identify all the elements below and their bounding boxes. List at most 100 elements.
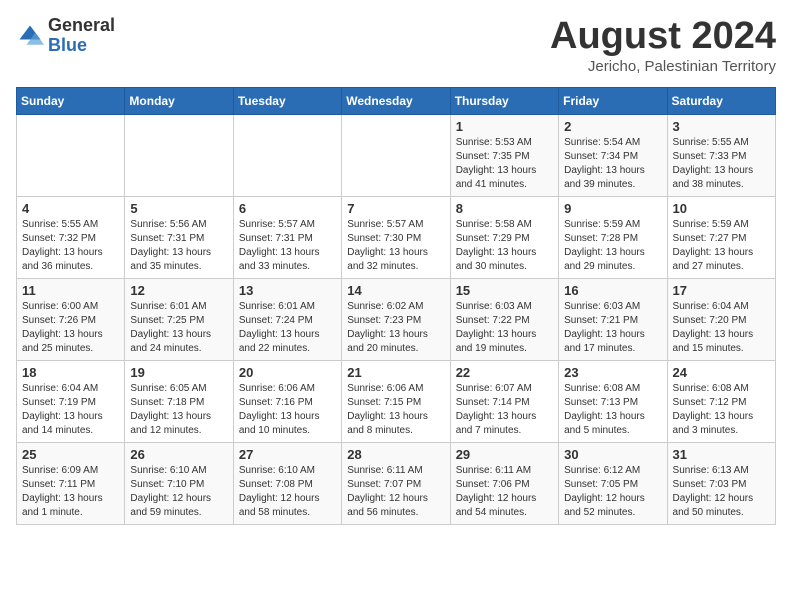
calendar-cell [342, 114, 450, 196]
logo-general-label: General [48, 16, 115, 36]
day-number: 14 [347, 283, 444, 298]
header-sunday: Sunday [17, 87, 125, 114]
day-number: 8 [456, 201, 553, 216]
day-info: Sunrise: 5:57 AMSunset: 7:31 PMDaylight:… [239, 218, 336, 274]
header-wednesday: Wednesday [342, 87, 450, 114]
day-number: 9 [564, 201, 661, 216]
day-number: 30 [564, 447, 661, 462]
day-number: 13 [239, 283, 336, 298]
day-number: 4 [22, 201, 119, 216]
day-number: 22 [456, 365, 553, 380]
day-number: 25 [22, 447, 119, 462]
day-info: Sunrise: 6:11 AMSunset: 7:06 PMDaylight:… [456, 464, 553, 520]
day-number: 17 [673, 283, 770, 298]
day-number: 24 [673, 365, 770, 380]
calendar-cell: 16 Sunrise: 6:03 AMSunset: 7:21 PMDayligh… [559, 278, 667, 360]
day-number: 3 [673, 119, 770, 134]
title-block: August 2024 Jericho, Palestinian Territo… [550, 16, 776, 75]
day-number: 16 [564, 283, 661, 298]
day-number: 18 [22, 365, 119, 380]
day-number: 5 [130, 201, 227, 216]
calendar-cell: 12 Sunrise: 6:01 AMSunset: 7:25 PMDayligh… [125, 278, 233, 360]
day-info: Sunrise: 6:03 AMSunset: 7:21 PMDaylight:… [564, 300, 661, 356]
day-number: 23 [564, 365, 661, 380]
day-number: 29 [456, 447, 553, 462]
day-number: 20 [239, 365, 336, 380]
calendar-cell: 11Sunrise: 6:00 AMSunset: 7:26 PMDayligh… [17, 278, 125, 360]
calendar-cell: 27 Sunrise: 6:10 AMSunset: 7:08 PMDayligh… [233, 442, 341, 524]
day-info: Sunrise: 5:56 AMSunset: 7:31 PMDaylight:… [130, 218, 227, 274]
day-info: Sunrise: 5:53 AMSunset: 7:35 PMDaylight:… [456, 136, 553, 192]
calendar-cell: 1Sunrise: 5:53 AMSunset: 7:35 PMDaylight… [450, 114, 558, 196]
calendar-cell: 23 Sunrise: 6:08 AMSunset: 7:13 PMDayligh… [559, 360, 667, 442]
page-header: General Blue August 2024 Jericho, Palest… [16, 16, 776, 75]
day-info: Sunrise: 6:12 AMSunset: 7:05 PMDaylight:… [564, 464, 661, 520]
day-info: Sunrise: 5:59 AMSunset: 7:27 PMDaylight:… [673, 218, 770, 274]
calendar-cell: 15 Sunrise: 6:03 AMSunset: 7:22 PMDayligh… [450, 278, 558, 360]
calendar-cell: 4 Sunrise: 5:55 AMSunset: 7:32 PMDaylight… [17, 196, 125, 278]
day-info: Sunrise: 6:10 AMSunset: 7:08 PMDaylight:… [239, 464, 336, 520]
calendar-cell: 31Sunrise: 6:13 AMSunset: 7:03 PMDayligh… [667, 442, 775, 524]
calendar-cell: 7 Sunrise: 5:57 AMSunset: 7:30 PMDaylight… [342, 196, 450, 278]
calendar-cell: 20 Sunrise: 6:06 AMSunset: 7:16 PMDayligh… [233, 360, 341, 442]
day-info: Sunrise: 6:11 AMSunset: 7:07 PMDaylight:… [347, 464, 444, 520]
day-info: Sunrise: 6:09 AMSunset: 7:11 PMDaylight:… [22, 464, 119, 520]
calendar-cell: 21Sunrise: 6:06 AMSunset: 7:15 PMDayligh… [342, 360, 450, 442]
header-tuesday: Tuesday [233, 87, 341, 114]
day-info: Sunrise: 5:55 AMSunset: 7:32 PMDaylight:… [22, 218, 119, 274]
day-number: 2 [564, 119, 661, 134]
day-info: Sunrise: 6:04 AMSunset: 7:20 PMDaylight:… [673, 300, 770, 356]
day-number: 19 [130, 365, 227, 380]
calendar-cell: 6 Sunrise: 5:57 AMSunset: 7:31 PMDaylight… [233, 196, 341, 278]
day-info: Sunrise: 5:57 AMSunset: 7:30 PMDaylight:… [347, 218, 444, 274]
calendar-cell: 3 Sunrise: 5:55 AMSunset: 7:33 PMDaylight… [667, 114, 775, 196]
calendar-cell: 19Sunrise: 6:05 AMSunset: 7:18 PMDayligh… [125, 360, 233, 442]
logo-icon [16, 22, 44, 50]
day-info: Sunrise: 6:13 AMSunset: 7:03 PMDaylight:… [673, 464, 770, 520]
day-info: Sunrise: 5:59 AMSunset: 7:28 PMDaylight:… [564, 218, 661, 274]
calendar-cell: 29 Sunrise: 6:11 AMSunset: 7:06 PMDayligh… [450, 442, 558, 524]
header-friday: Friday [559, 87, 667, 114]
calendar-cell: 28 Sunrise: 6:11 AMSunset: 7:07 PMDayligh… [342, 442, 450, 524]
logo: General Blue [16, 16, 115, 56]
calendar-cell: 5 Sunrise: 5:56 AMSunset: 7:31 PMDaylight… [125, 196, 233, 278]
calendar-cell [233, 114, 341, 196]
day-number: 28 [347, 447, 444, 462]
day-number: 10 [673, 201, 770, 216]
calendar-cell: 2Sunrise: 5:54 AMSunset: 7:34 PMDaylight… [559, 114, 667, 196]
day-info: Sunrise: 6:08 AMSunset: 7:12 PMDaylight:… [673, 382, 770, 438]
day-info: Sunrise: 6:01 AMSunset: 7:25 PMDaylight:… [130, 300, 227, 356]
calendar-cell: 22 Sunrise: 6:07 AMSunset: 7:14 PMDayligh… [450, 360, 558, 442]
day-info: Sunrise: 6:04 AMSunset: 7:19 PMDaylight:… [22, 382, 119, 438]
calendar-cell: 24 Sunrise: 6:08 AMSunset: 7:12 PMDayligh… [667, 360, 775, 442]
calendar-cell: 17 Sunrise: 6:04 AMSunset: 7:20 PMDayligh… [667, 278, 775, 360]
calendar-cell [125, 114, 233, 196]
day-info: Sunrise: 6:02 AMSunset: 7:23 PMDaylight:… [347, 300, 444, 356]
day-number: 15 [456, 283, 553, 298]
month-year-title: August 2024 [550, 16, 776, 58]
logo-text: General Blue [48, 16, 115, 56]
day-info: Sunrise: 6:03 AMSunset: 7:22 PMDaylight:… [456, 300, 553, 356]
calendar-cell: 30 Sunrise: 6:12 AMSunset: 7:05 PMDayligh… [559, 442, 667, 524]
day-number: 7 [347, 201, 444, 216]
calendar-body: 1Sunrise: 5:53 AMSunset: 7:35 PMDaylight… [17, 114, 776, 524]
day-info: Sunrise: 5:55 AMSunset: 7:33 PMDaylight:… [673, 136, 770, 192]
day-info: Sunrise: 6:08 AMSunset: 7:13 PMDaylight:… [564, 382, 661, 438]
day-info: Sunrise: 5:58 AMSunset: 7:29 PMDaylight:… [456, 218, 553, 274]
day-number: 12 [130, 283, 227, 298]
calendar-header: Sunday Monday Tuesday Wednesday Thursday… [17, 87, 776, 114]
day-number: 27 [239, 447, 336, 462]
day-info: Sunrise: 6:01 AMSunset: 7:24 PMDaylight:… [239, 300, 336, 356]
calendar-cell: 26Sunrise: 6:10 AMSunset: 7:10 PMDayligh… [125, 442, 233, 524]
logo-blue-label: Blue [48, 36, 115, 56]
calendar-cell: 10 Sunrise: 5:59 AMSunset: 7:27 PMDayligh… [667, 196, 775, 278]
header-thursday: Thursday [450, 87, 558, 114]
day-number: 11 [22, 283, 119, 298]
day-info: Sunrise: 6:07 AMSunset: 7:14 PMDaylight:… [456, 382, 553, 438]
day-number: 6 [239, 201, 336, 216]
day-info: Sunrise: 6:06 AMSunset: 7:16 PMDaylight:… [239, 382, 336, 438]
calendar-cell: 25 Sunrise: 6:09 AMSunset: 7:11 PMDayligh… [17, 442, 125, 524]
day-info: Sunrise: 6:06 AMSunset: 7:15 PMDaylight:… [347, 382, 444, 438]
header-saturday: Saturday [667, 87, 775, 114]
header-monday: Monday [125, 87, 233, 114]
